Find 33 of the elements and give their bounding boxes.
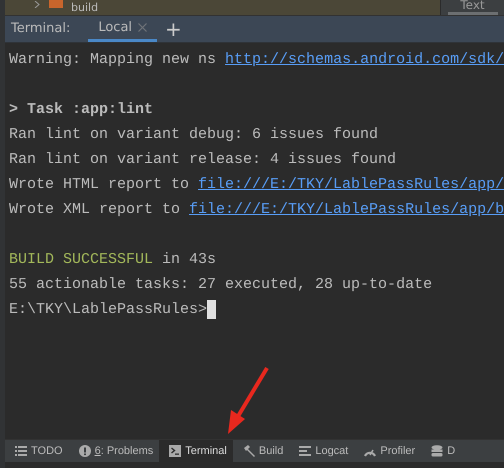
session-tab[interactable]: Local (88, 16, 158, 42)
chevron-right-icon[interactable] (33, 1, 41, 8)
terminal-icon (169, 445, 182, 457)
tool-window-tab[interactable]: D (421, 440, 462, 462)
link[interactable]: file:///E:/TKY/LablePassRules/app/ (198, 172, 504, 197)
tool-window-tab[interactable]: Profiler (354, 440, 422, 462)
tool-window-tab[interactable]: 6: Problems (68, 440, 160, 462)
link[interactable]: http://schemas.android.com/sdk/ (225, 47, 504, 72)
database-icon (431, 445, 444, 457)
close-icon[interactable] (138, 23, 148, 32)
lines-icon (299, 445, 312, 457)
list-icon (15, 445, 27, 457)
output-text: in 43s (161, 250, 216, 270)
output-text: E:\TKY\LablePassRules> (9, 300, 208, 320)
hammer-icon (242, 445, 255, 457)
output-text: Wrote XML report to (9, 200, 182, 220)
status-text: BUILD SUCCESSFUL (9, 250, 154, 270)
tool-window-tab[interactable]: Build (232, 440, 290, 462)
output-text: Ran lint on variant release: 4 issues found (9, 150, 396, 170)
exclamation-icon (78, 445, 91, 457)
link[interactable]: file:///E:/TKY/LablePassRules/app/b (189, 197, 504, 222)
panel-title: Terminal: (11, 20, 72, 38)
output-text: Warning: Mapping new ns (9, 50, 218, 70)
tool-window-tab[interactable]: Logcat (289, 440, 354, 462)
output-text: > Task :app:lint (9, 100, 154, 120)
output-text: Ran lint on variant debug: 6 issues found (9, 125, 378, 145)
output-text: Wrote HTML report to (9, 175, 190, 195)
add-tab-button[interactable]: + (157, 16, 190, 42)
tool-window-tab[interactable]: Terminal (159, 440, 233, 462)
tool-window-tab[interactable]: TODO (5, 440, 69, 462)
tree-item[interactable]: build (71, 1, 98, 14)
folder-icon (49, 0, 63, 8)
output-text: 55 actionable tasks: 27 executed, 28 up-to-date (9, 275, 432, 295)
